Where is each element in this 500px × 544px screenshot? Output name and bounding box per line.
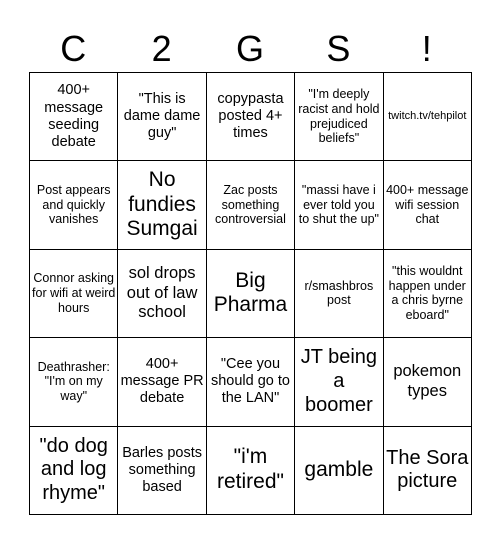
bingo-cell[interactable]: Connor asking for wifi at weird hours [30, 249, 119, 339]
bingo-cell[interactable]: "this wouldnt happen under a chris byrne… [383, 249, 472, 339]
bingo-card: C 2 G S ! 400+ message seeding debate "T… [29, 0, 472, 515]
bingo-cell[interactable]: sol drops out of law school [118, 249, 207, 339]
bingo-cell[interactable]: "This is dame dame guy" [118, 73, 207, 162]
bingo-cell[interactable]: "Cee you should go to the LAN" [206, 338, 296, 427]
header-letter: S [326, 28, 351, 69]
header-letter: ! [421, 28, 432, 69]
header-letter: G [235, 28, 264, 69]
bingo-cell[interactable]: "massi have i ever told you to shut the … [295, 161, 384, 250]
bingo-cell[interactable]: No fundies Sumgai [118, 161, 207, 250]
bingo-cell[interactable]: Barles posts something based [118, 426, 207, 515]
bingo-cell[interactable]: copypasta posted 4+ times [206, 73, 296, 162]
header-letter: C [60, 28, 87, 69]
bingo-cell[interactable]: pokemon types [383, 338, 472, 427]
bingo-cell[interactable]: gamble [295, 426, 384, 515]
bingo-cell[interactable]: 400+ message seeding debate [30, 73, 119, 162]
bingo-cell[interactable]: 400+ message wifi session chat [383, 161, 472, 250]
bingo-cell[interactable]: 400+ message PR debate [118, 338, 207, 427]
bingo-cell[interactable]: Big Pharma [206, 249, 296, 339]
bingo-cell[interactable]: Post appears and quickly vanishes [30, 161, 119, 250]
bingo-cell[interactable]: Deathrasher: "I'm on my way" [30, 338, 119, 427]
bingo-cell[interactable]: The Sora picture [383, 426, 472, 515]
bingo-cell[interactable]: JT being a boomer [295, 338, 384, 427]
bingo-cell[interactable]: r/smashbros post [295, 249, 384, 339]
header-letter: 2 [151, 28, 172, 69]
bingo-header: C 2 G S ! [29, 0, 472, 72]
bingo-cell[interactable]: "I'm deeply racist and hold prejudiced b… [295, 73, 384, 162]
bingo-cell[interactable]: Zac posts something controversial [206, 161, 296, 250]
bingo-grid: 400+ message seeding debate "This is dam… [29, 72, 472, 515]
bingo-cell[interactable]: "i'm retired" [206, 426, 296, 515]
bingo-cell[interactable]: "do dog and log rhyme" [30, 426, 119, 515]
bingo-cell[interactable]: twitch.tv/tehpilot [383, 73, 472, 162]
